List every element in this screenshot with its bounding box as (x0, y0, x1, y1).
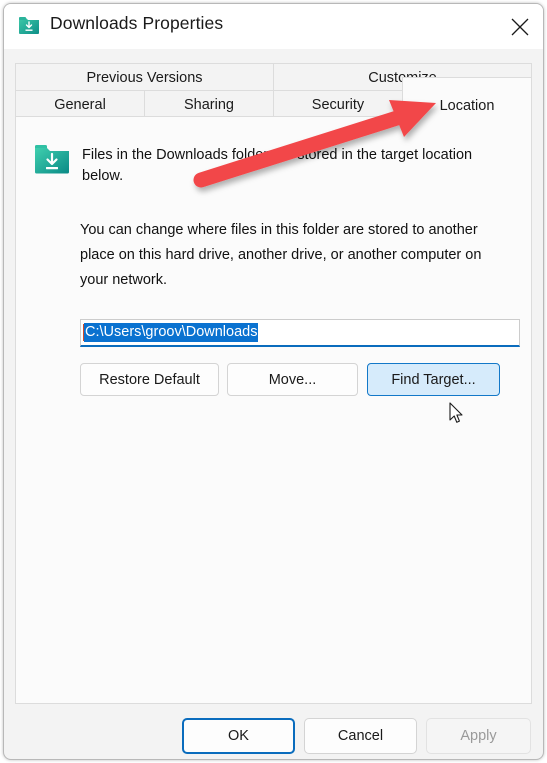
downloads-folder-icon (18, 15, 40, 35)
tab-security[interactable]: Security (273, 90, 403, 118)
properties-dialog: Downloads Properties Previous Versions C… (3, 3, 544, 760)
tab-previous-versions[interactable]: Previous Versions (15, 63, 274, 91)
location-tab-panel: Files in the Downloads folder are stored… (15, 116, 532, 704)
close-icon[interactable] (497, 4, 543, 49)
button-label: Cancel (337, 728, 384, 744)
mouse-cursor (449, 402, 465, 426)
tab-label: Security (311, 96, 365, 113)
tab-label: General (54, 96, 106, 113)
apply-button: Apply (426, 718, 531, 754)
intro-text: Files in the Downloads folder are stored… (82, 147, 473, 184)
ok-button[interactable]: OK (182, 718, 295, 754)
downloads-folder-icon (34, 143, 70, 175)
find-target-button[interactable]: Find Target... (367, 363, 500, 396)
button-label: Move... (268, 371, 317, 388)
restore-default-button[interactable]: Restore Default (80, 363, 219, 396)
tab-sharing[interactable]: Sharing (144, 90, 274, 118)
button-label: Find Target... (391, 371, 476, 388)
tab-strip: Previous Versions Customize General Shar… (4, 49, 543, 118)
title-bar: Downloads Properties (4, 4, 543, 49)
window-title: Downloads Properties (50, 13, 224, 33)
button-label: Restore Default (99, 371, 200, 388)
description-text: You can change where files in this folde… (80, 222, 482, 288)
button-label: OK (228, 728, 249, 744)
cancel-button[interactable]: Cancel (304, 718, 417, 754)
button-label: Apply (460, 728, 497, 744)
tab-general[interactable]: General (15, 90, 145, 118)
tab-label: Sharing (184, 96, 234, 113)
location-path-input[interactable]: C:\Users\groov\Downloads (80, 319, 520, 347)
tab-label: Location (439, 98, 495, 114)
move-button[interactable]: Move... (227, 363, 358, 396)
tab-row-lower: General Sharing Security Location (15, 77, 532, 118)
tab-location[interactable]: Location (402, 77, 532, 118)
tab-label: Previous Versions (86, 69, 203, 86)
location-path-value: C:\Users\groov\Downloads (84, 323, 259, 342)
